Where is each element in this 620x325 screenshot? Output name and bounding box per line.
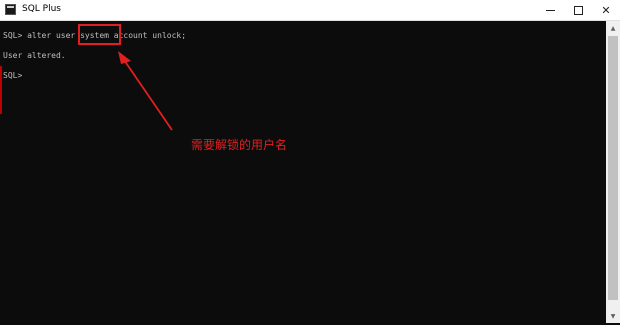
title-bar[interactable]: SQL Plus ✕ xyxy=(0,0,620,21)
window-title: SQL Plus xyxy=(22,4,61,14)
minimize-button[interactable] xyxy=(536,0,564,21)
console-output[interactable]: SQL> alter user system account unlock; U… xyxy=(0,21,606,323)
console-line-prompt: SQL> xyxy=(3,71,23,80)
left-edge-marker xyxy=(0,66,2,114)
scroll-up-icon[interactable]: ▲ xyxy=(606,21,620,35)
close-button[interactable]: ✕ xyxy=(592,0,620,21)
close-icon: ✕ xyxy=(601,4,611,17)
scrollbar-thumb[interactable] xyxy=(608,36,618,300)
console-app-icon xyxy=(5,4,16,15)
vertical-scrollbar[interactable]: ▲ ▼ xyxy=(606,21,620,323)
maximize-button[interactable] xyxy=(564,0,592,21)
maximize-icon xyxy=(573,6,583,15)
console-line-result: User altered. xyxy=(3,51,66,60)
username-highlight-box xyxy=(78,24,121,45)
sqlplus-window: SQL Plus ✕ SQL> alter user system accoun… xyxy=(0,0,620,325)
annotation-label: 需要解锁的用户名 xyxy=(191,138,288,152)
minimize-icon xyxy=(545,10,555,11)
scroll-down-icon[interactable]: ▼ xyxy=(606,309,620,323)
